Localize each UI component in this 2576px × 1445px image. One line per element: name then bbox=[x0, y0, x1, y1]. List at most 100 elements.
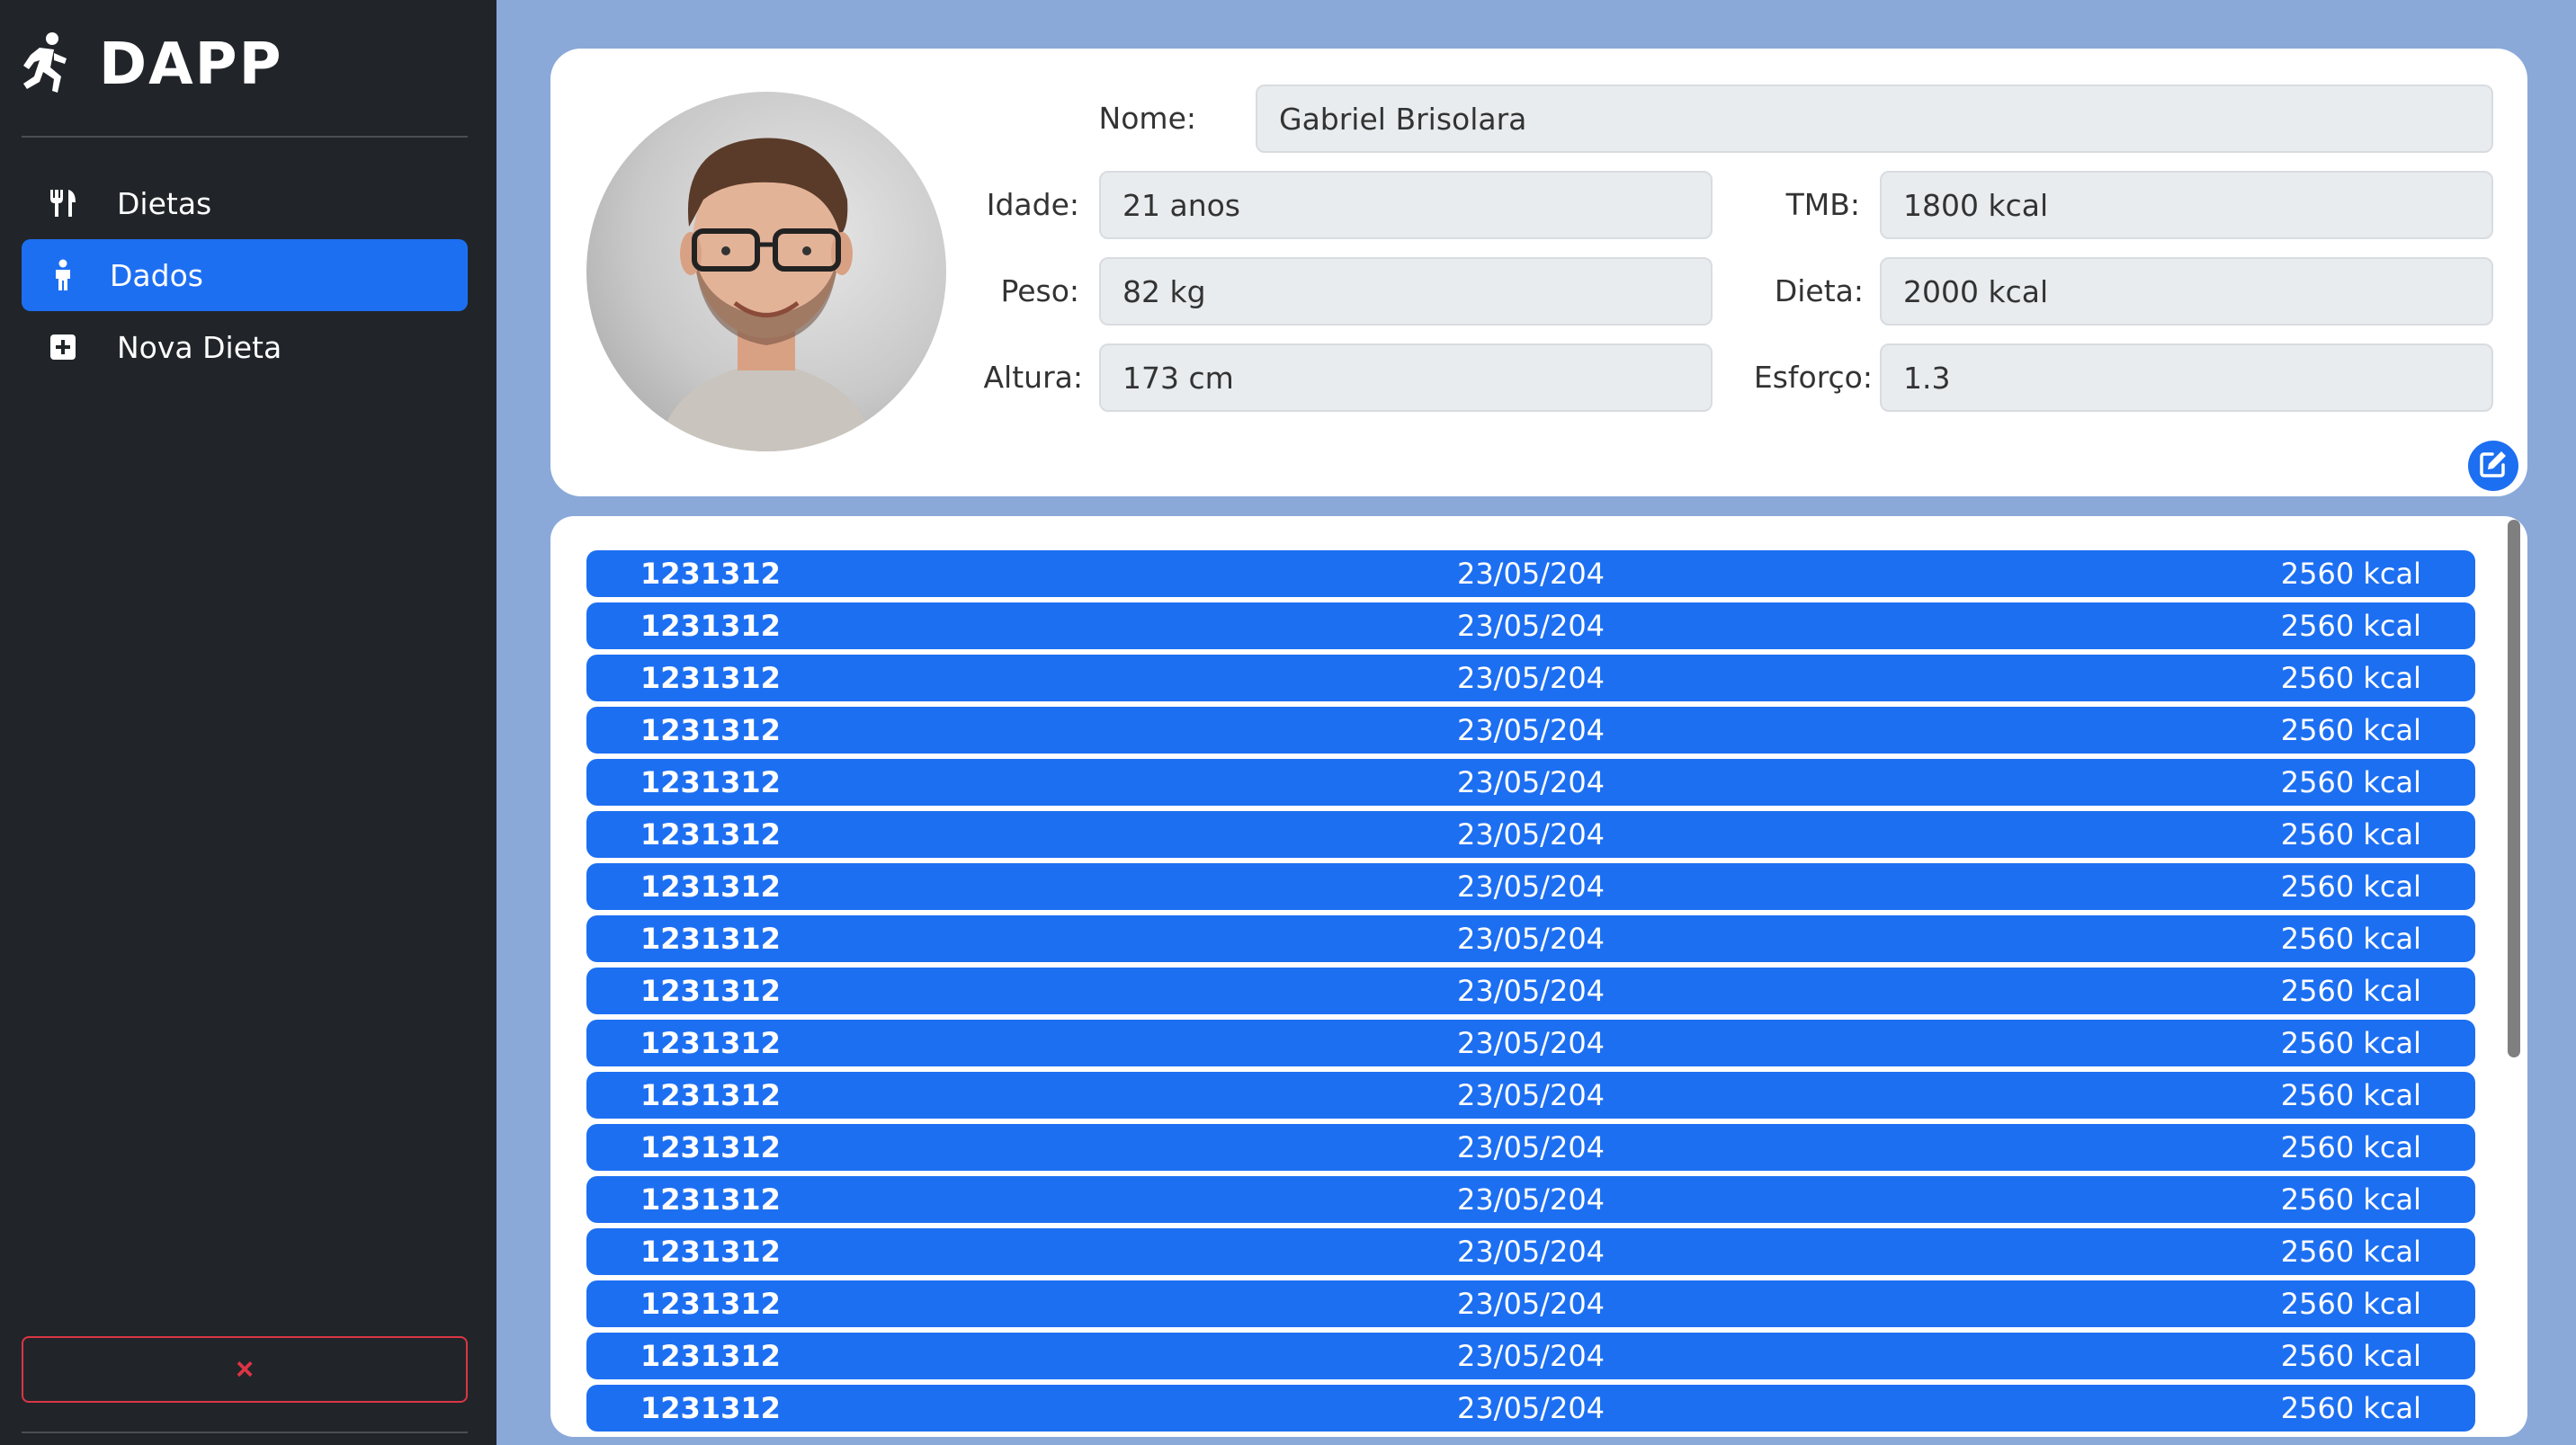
diet-kcal: 2560 kcal bbox=[2280, 1235, 2421, 1269]
diet-date: 23/05/204 bbox=[1456, 1391, 1606, 1425]
diet-id: 1231312 bbox=[640, 922, 781, 956]
diet-kcal: 2560 kcal bbox=[2280, 870, 2421, 904]
scrollbar[interactable] bbox=[2508, 520, 2520, 1057]
dieta-field[interactable]: 2000 kcal bbox=[1880, 257, 2493, 326]
diet-id: 1231312 bbox=[640, 557, 781, 591]
sidebar: DAPP Dietas Dados Nova Dieta × bbox=[0, 0, 496, 1445]
app-title: DAPP bbox=[99, 31, 283, 98]
diet-kcal: 2560 kcal bbox=[2280, 974, 2421, 1008]
diet-id: 1231312 bbox=[640, 713, 781, 747]
diet-id: 1231312 bbox=[640, 1130, 781, 1164]
running-person-icon bbox=[20, 31, 72, 98]
diet-id: 1231312 bbox=[640, 1026, 781, 1060]
diet-id: 1231312 bbox=[640, 1182, 781, 1217]
peso-field[interactable]: 82 kg bbox=[1099, 257, 1713, 326]
diet-id: 1231312 bbox=[640, 1287, 781, 1321]
diet-id: 1231312 bbox=[640, 1339, 781, 1373]
diet-date: 23/05/204 bbox=[1456, 1078, 1606, 1112]
profile-card: Nome: Gabriel Brisolara Idade: 21 anos T… bbox=[550, 49, 2527, 496]
diet-kcal: 2560 kcal bbox=[2280, 922, 2421, 956]
diet-kcal: 2560 kcal bbox=[2280, 765, 2421, 799]
app-root: DAPP Dietas Dados Nova Dieta × Nome: Gab… bbox=[0, 0, 2576, 1445]
diet-row[interactable]: 23/05/204 1231312 2560 kcal bbox=[586, 1385, 2475, 1432]
diet-row[interactable]: 23/05/204 1231312 2560 kcal bbox=[586, 759, 2475, 806]
esforco-field[interactable]: 1.3 bbox=[1880, 343, 2493, 412]
sidebar-divider-bottom bbox=[22, 1432, 468, 1433]
sidebar-item-label: Dietas bbox=[117, 185, 212, 221]
sidebar-item-label: Nova Dieta bbox=[117, 329, 282, 365]
diet-list-card: 23/05/204 1231312 2560 kcal 23/05/204 123131… bbox=[550, 516, 2527, 1437]
diet-list: 23/05/204 1231312 2560 kcal 23/05/204 123131… bbox=[586, 550, 2475, 1437]
diet-row[interactable]: 23/05/204 1231312 2560 kcal bbox=[586, 707, 2475, 754]
diet-id: 1231312 bbox=[640, 1235, 781, 1269]
sidebar-item-label: Dados bbox=[110, 257, 203, 293]
diet-row[interactable]: 23/05/204 1231312 2560 kcal bbox=[586, 1176, 2475, 1223]
diet-row[interactable]: 23/05/204 1231312 2560 kcal bbox=[586, 1280, 2475, 1327]
diet-kcal: 2560 kcal bbox=[2280, 1078, 2421, 1112]
diet-date: 23/05/204 bbox=[1456, 765, 1606, 799]
diet-row[interactable]: 23/05/204 1231312 2560 kcal bbox=[586, 915, 2475, 962]
diet-row[interactable]: 23/05/204 1231312 2560 kcal bbox=[586, 1228, 2475, 1275]
diet-kcal: 2560 kcal bbox=[2280, 1391, 2421, 1425]
sidebar-divider bbox=[22, 136, 468, 138]
altura-label: Altura: bbox=[983, 360, 1083, 395]
diet-date: 23/05/204 bbox=[1456, 1026, 1606, 1060]
diet-id: 1231312 bbox=[640, 870, 781, 904]
diet-id: 1231312 bbox=[640, 817, 781, 852]
person-icon bbox=[47, 259, 79, 291]
diet-date: 23/05/204 bbox=[1456, 661, 1606, 695]
diet-kcal: 2560 kcal bbox=[2280, 1287, 2421, 1321]
idade-field[interactable]: 21 anos bbox=[1099, 171, 1713, 239]
diet-id: 1231312 bbox=[640, 1078, 781, 1112]
diet-date: 23/05/204 bbox=[1456, 609, 1606, 643]
diet-date: 23/05/204 bbox=[1456, 1182, 1606, 1217]
edit-icon bbox=[2478, 449, 2509, 483]
diet-date: 23/05/204 bbox=[1456, 870, 1606, 904]
close-icon: × bbox=[236, 1351, 254, 1387]
diet-row[interactable]: 23/05/204 1231312 2560 kcal bbox=[586, 968, 2475, 1014]
diet-row[interactable]: 23/05/204 1231312 2560 kcal bbox=[586, 1020, 2475, 1066]
diet-kcal: 2560 kcal bbox=[2280, 713, 2421, 747]
diet-row[interactable]: 23/05/204 1231312 2560 kcal bbox=[586, 550, 2475, 597]
plus-square-icon bbox=[47, 331, 79, 363]
altura-field[interactable]: 173 cm bbox=[1099, 343, 1713, 412]
nome-field[interactable]: Gabriel Brisolara bbox=[1256, 85, 2493, 153]
nome-label: Nome: bbox=[1098, 101, 1196, 136]
dieta-label: Dieta: bbox=[1774, 273, 1864, 308]
diet-date: 23/05/204 bbox=[1456, 974, 1606, 1008]
diet-id: 1231312 bbox=[640, 1391, 781, 1425]
sidebar-item-dados[interactable]: Dados bbox=[22, 239, 468, 311]
diet-row[interactable]: 23/05/204 1231312 2560 kcal bbox=[586, 1124, 2475, 1171]
logout-button[interactable]: × bbox=[22, 1336, 468, 1403]
diet-date: 23/05/204 bbox=[1456, 1339, 1606, 1373]
diet-row[interactable]: 23/05/204 1231312 2560 kcal bbox=[586, 811, 2475, 858]
diet-row[interactable]: 23/05/204 1231312 2560 kcal bbox=[586, 1333, 2475, 1379]
diet-kcal: 2560 kcal bbox=[2280, 1026, 2421, 1060]
tmb-label: TMB: bbox=[1785, 187, 1860, 222]
esforco-label: Esforço: bbox=[1753, 360, 1873, 395]
diet-kcal: 2560 kcal bbox=[2280, 557, 2421, 591]
peso-label: Peso: bbox=[1000, 273, 1079, 308]
diet-row[interactable]: 23/05/204 1231312 2560 kcal bbox=[586, 602, 2475, 649]
diet-date: 23/05/204 bbox=[1456, 713, 1606, 747]
diet-kcal: 2560 kcal bbox=[2280, 1182, 2421, 1217]
diet-id: 1231312 bbox=[640, 609, 781, 643]
diet-kcal: 2560 kcal bbox=[2280, 817, 2421, 852]
diet-date: 23/05/204 bbox=[1456, 1130, 1606, 1164]
diet-kcal: 2560 kcal bbox=[2280, 661, 2421, 695]
diet-row[interactable]: 23/05/204 1231312 2560 kcal bbox=[586, 863, 2475, 910]
diet-kcal: 2560 kcal bbox=[2280, 1130, 2421, 1164]
edit-profile-button[interactable] bbox=[2468, 441, 2518, 491]
diet-date: 23/05/204 bbox=[1456, 922, 1606, 956]
tmb-field[interactable]: 1800 kcal bbox=[1880, 171, 2493, 239]
sidebar-item-dietas[interactable]: Dietas bbox=[22, 167, 468, 239]
diet-row[interactable]: 23/05/204 1231312 2560 kcal bbox=[586, 1072, 2475, 1119]
diet-date: 23/05/204 bbox=[1456, 1235, 1606, 1269]
diet-id: 1231312 bbox=[640, 974, 781, 1008]
utensils-icon bbox=[47, 187, 79, 219]
brand[interactable]: DAPP bbox=[20, 27, 282, 103]
sidebar-item-nova-dieta[interactable]: Nova Dieta bbox=[22, 311, 468, 383]
diet-date: 23/05/204 bbox=[1456, 557, 1606, 591]
diet-date: 23/05/204 bbox=[1456, 1287, 1606, 1321]
diet-row[interactable]: 23/05/204 1231312 2560 kcal bbox=[586, 655, 2475, 701]
